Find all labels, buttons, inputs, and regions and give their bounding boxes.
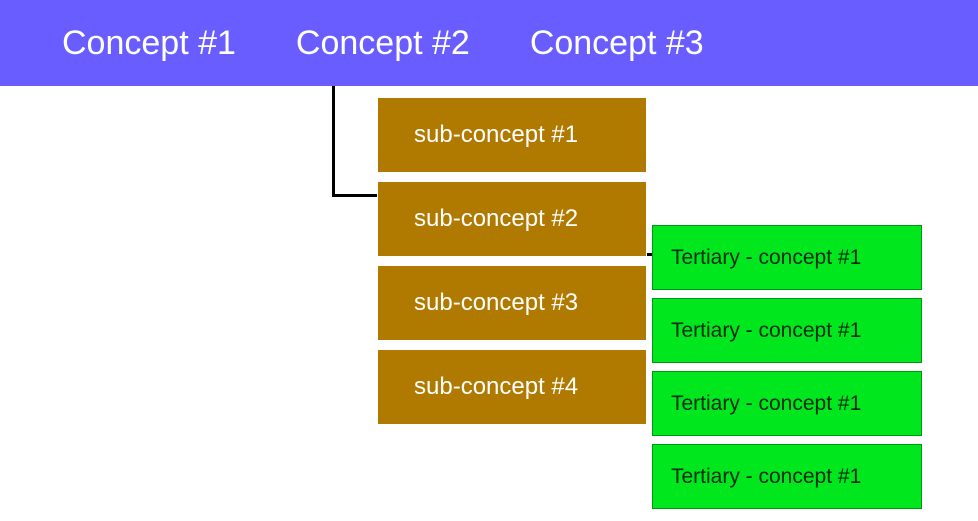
sub-concept-4[interactable]: sub-concept #4: [377, 349, 647, 425]
tertiary-concept-1[interactable]: Tertiary - concept #1: [652, 225, 922, 290]
sub-concept-column: sub-concept #1 sub-concept #2 sub-concep…: [377, 97, 647, 433]
sub-concept-3[interactable]: sub-concept #3: [377, 265, 647, 341]
connector-horizontal-sub: [332, 194, 377, 197]
sub-concept-2[interactable]: sub-concept #2: [377, 181, 647, 257]
top-concept-bar: Concept #1 Concept #2 Concept #3: [0, 0, 978, 86]
sub-concept-1[interactable]: sub-concept #1: [377, 97, 647, 173]
tertiary-concept-2[interactable]: Tertiary - concept #1: [652, 298, 922, 363]
tertiary-concept-3[interactable]: Tertiary - concept #1: [652, 371, 922, 436]
concept-1[interactable]: Concept #1: [62, 24, 236, 63]
tertiary-concept-4[interactable]: Tertiary - concept #1: [652, 444, 922, 509]
concept-2[interactable]: Concept #2: [296, 24, 470, 63]
connector-vertical: [332, 86, 335, 197]
tertiary-concept-column: Tertiary - concept #1 Tertiary - concept…: [652, 225, 922, 517]
concept-3[interactable]: Concept #3: [530, 24, 704, 63]
